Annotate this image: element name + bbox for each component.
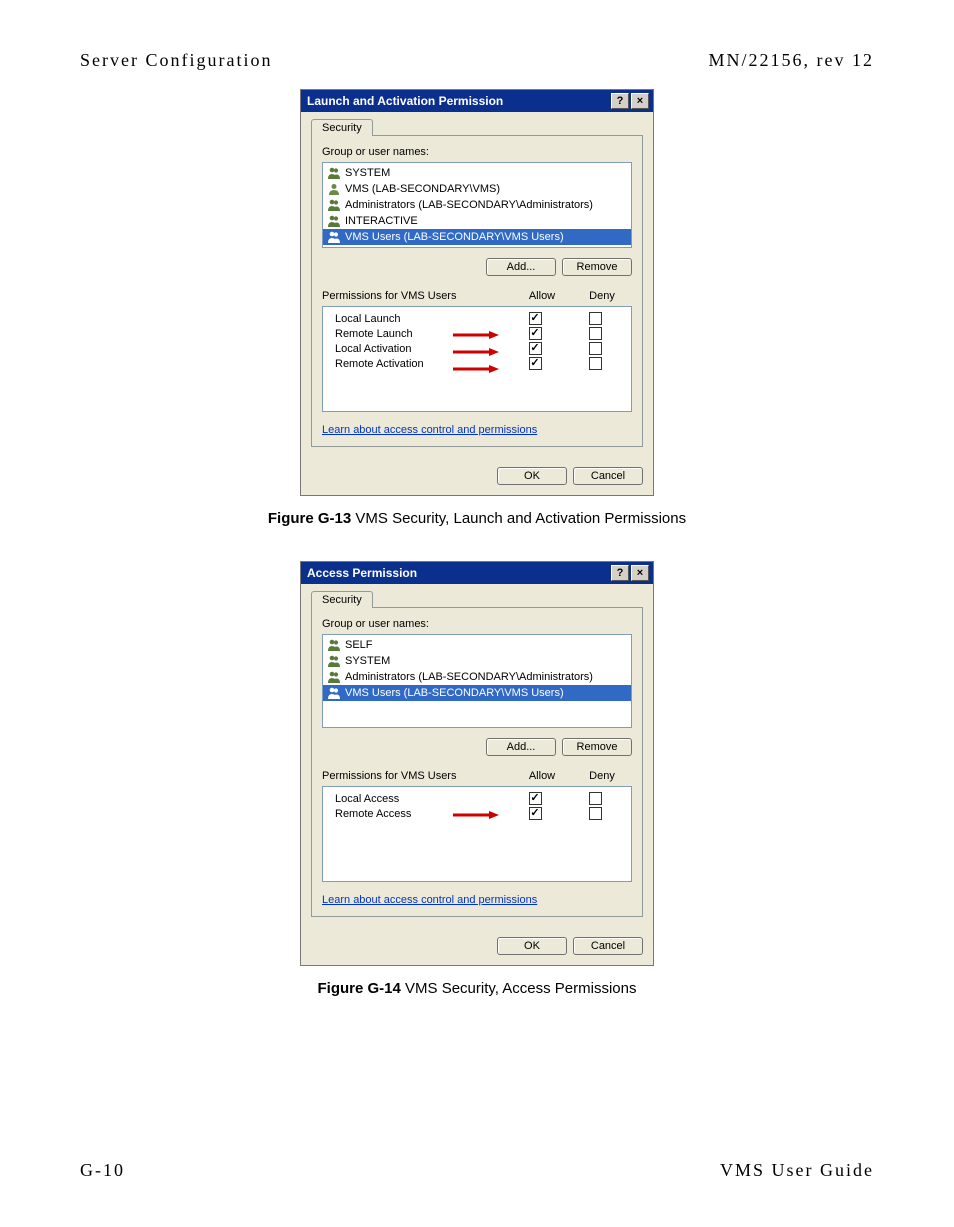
permission-label: Remote Launch <box>329 328 505 340</box>
allow-checkbox[interactable]: ✓ <box>529 327 542 340</box>
list-item-label: VMS Users (LAB-SECONDARY\VMS Users) <box>345 687 564 699</box>
permission-label: Local Activation <box>329 343 505 355</box>
group-label: Group or user names: <box>322 146 632 158</box>
list-item[interactable]: INTERACTIVE <box>323 213 631 229</box>
remove-button[interactable]: Remove <box>562 738 632 756</box>
allow-header: Allow <box>512 770 572 782</box>
cancel-button[interactable]: Cancel <box>573 937 643 955</box>
dialog-title: Access Permission <box>307 566 417 580</box>
close-icon[interactable]: × <box>631 565 649 581</box>
allow-header: Allow <box>512 290 572 302</box>
list-item-label: VMS Users (LAB-SECONDARY\VMS Users) <box>345 231 564 243</box>
deny-checkbox[interactable] <box>589 792 602 805</box>
header-left: Server Configuration <box>80 50 272 71</box>
learn-link[interactable]: Learn about access control and permissio… <box>322 424 632 436</box>
deny-checkbox[interactable] <box>589 327 602 340</box>
list-item[interactable]: Administrators (LAB-SECONDARY\Administra… <box>323 197 631 213</box>
figure-caption-1: Figure G-13 VMS Security, Launch and Act… <box>268 510 686 527</box>
allow-checkbox[interactable]: ✓ <box>529 357 542 370</box>
help-icon[interactable]: ? <box>611 565 629 581</box>
allow-checkbox[interactable]: ✓ <box>529 342 542 355</box>
ok-button[interactable]: OK <box>497 467 567 485</box>
allow-checkbox[interactable]: ✓ <box>529 312 542 325</box>
list-item[interactable]: SYSTEM <box>323 165 631 181</box>
list-item[interactable]: VMS (LAB-SECONDARY\VMS) <box>323 181 631 197</box>
titlebar: Launch and Activation Permission ? × <box>301 90 653 112</box>
titlebar: Access Permission ? × <box>301 562 653 584</box>
learn-link[interactable]: Learn about access control and permissio… <box>322 894 632 906</box>
help-icon[interactable]: ? <box>611 93 629 109</box>
list-item[interactable]: SELF <box>323 637 631 653</box>
permission-label: Local Access <box>329 793 505 805</box>
group-icon <box>327 214 341 228</box>
add-button[interactable]: Add... <box>486 258 556 276</box>
ok-button[interactable]: OK <box>497 937 567 955</box>
deny-checkbox[interactable] <box>589 342 602 355</box>
group-icon <box>327 670 341 684</box>
cancel-button[interactable]: Cancel <box>573 467 643 485</box>
allow-checkbox[interactable]: ✓ <box>529 792 542 805</box>
list-item-label: INTERACTIVE <box>345 215 418 227</box>
launch-activation-dialog: Launch and Activation Permission ? × Sec… <box>300 89 654 496</box>
list-item-label: VMS (LAB-SECONDARY\VMS) <box>345 183 500 195</box>
deny-checkbox[interactable] <box>589 312 602 325</box>
group-icon <box>327 198 341 212</box>
footer-right: VMS User Guide <box>720 1160 874 1181</box>
group-icon <box>327 230 341 244</box>
list-item-label: SYSTEM <box>345 655 390 667</box>
permission-row: Local Activation ✓ <box>323 341 631 356</box>
list-item-label: SYSTEM <box>345 167 390 179</box>
group-icon <box>327 638 341 652</box>
deny-header: Deny <box>572 290 632 302</box>
list-item[interactable]: Administrators (LAB-SECONDARY\Administra… <box>323 669 631 685</box>
tab-security[interactable]: Security <box>311 119 373 136</box>
permission-row: Remote Access ✓ <box>323 806 631 821</box>
add-button[interactable]: Add... <box>486 738 556 756</box>
group-icon <box>327 166 341 180</box>
list-item[interactable]: VMS Users (LAB-SECONDARY\VMS Users) <box>323 229 631 245</box>
user-list[interactable]: SYSTEM VMS (LAB-SECONDARY\VMS) Administrat… <box>322 162 632 248</box>
dialog-title: Launch and Activation Permission <box>307 94 503 108</box>
group-icon <box>327 654 341 668</box>
figure-caption-2: Figure G-14 VMS Security, Access Permiss… <box>318 980 637 997</box>
footer-left: G-10 <box>80 1160 125 1181</box>
permissions-label: Permissions for VMS Users <box>322 290 512 302</box>
user-list[interactable]: SELF SYSTEM Administrators (LAB-SECONDARY\… <box>322 634 632 728</box>
list-item[interactable]: SYSTEM <box>323 653 631 669</box>
header-right: MN/22156, rev 12 <box>709 50 875 71</box>
permissions-grid: Local Access ✓ Remote Access ✓ <box>322 786 632 882</box>
group-icon <box>327 686 341 700</box>
permission-row: Remote Launch ✓ <box>323 326 631 341</box>
permission-row: Local Access ✓ <box>323 791 631 806</box>
close-icon[interactable]: × <box>631 93 649 109</box>
group-label: Group or user names: <box>322 618 632 630</box>
allow-checkbox[interactable]: ✓ <box>529 807 542 820</box>
permission-row: Remote Activation ✓ <box>323 356 631 371</box>
permissions-label: Permissions for VMS Users <box>322 770 512 782</box>
permission-label: Local Launch <box>329 313 505 325</box>
remove-button[interactable]: Remove <box>562 258 632 276</box>
permission-label: Remote Activation <box>329 358 505 370</box>
permission-label: Remote Access <box>329 808 505 820</box>
permission-row: Local Launch ✓ <box>323 311 631 326</box>
deny-checkbox[interactable] <box>589 357 602 370</box>
list-item-label: Administrators (LAB-SECONDARY\Administra… <box>345 671 593 683</box>
permissions-grid: Local Launch✓Remote Launch✓Local Activat… <box>322 306 632 412</box>
list-item-label: SELF <box>345 639 373 651</box>
tab-security[interactable]: Security <box>311 591 373 608</box>
deny-checkbox[interactable] <box>589 807 602 820</box>
user-icon <box>327 182 341 196</box>
list-item[interactable]: VMS Users (LAB-SECONDARY\VMS Users) <box>323 685 631 701</box>
list-item-label: Administrators (LAB-SECONDARY\Administra… <box>345 199 593 211</box>
access-permission-dialog: Access Permission ? × Security Group or … <box>300 561 654 966</box>
deny-header: Deny <box>572 770 632 782</box>
